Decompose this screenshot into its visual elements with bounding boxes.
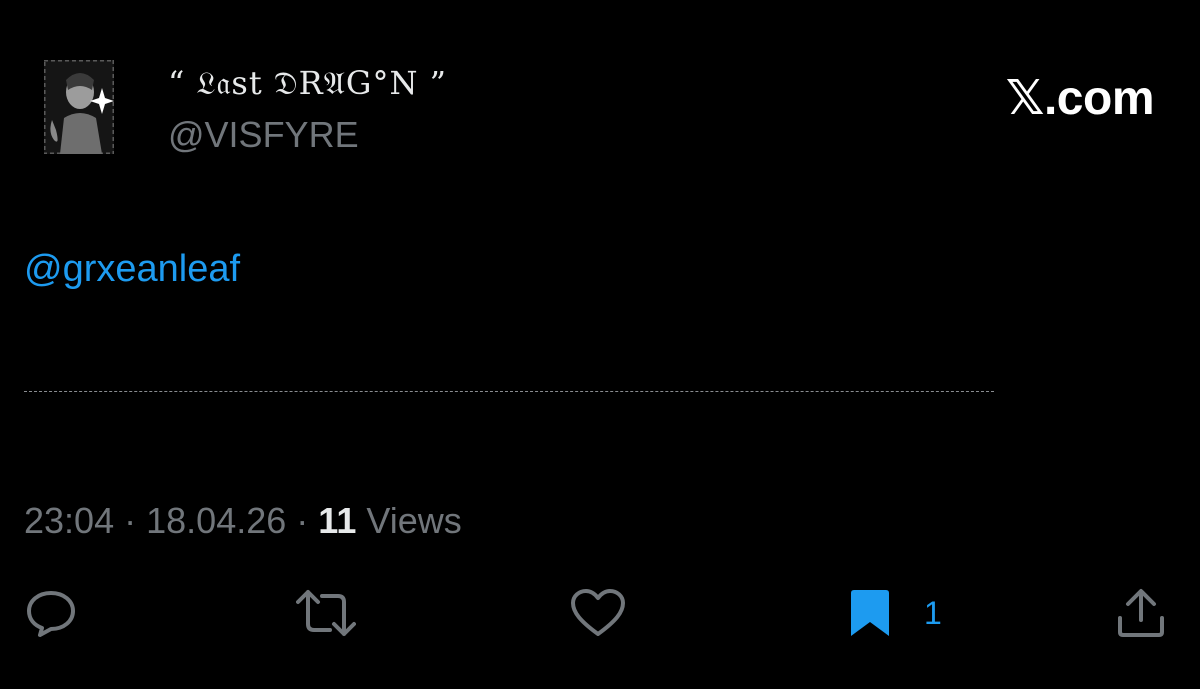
separator: · [296,500,309,541]
views-count: 11 [318,500,357,541]
x-logo: 𝕏.com [1005,72,1155,125]
share-icon [1118,589,1164,637]
heart-icon [571,589,625,636]
share-button[interactable] [1116,588,1166,638]
reply-icon [27,591,75,637]
like-button[interactable] [570,588,626,638]
author-handle[interactable]: @VISFYRE [168,114,359,156]
tweet-date[interactable]: 18.04.26 [146,500,286,541]
avatar[interactable] [44,60,114,154]
retweet-button[interactable] [296,588,356,638]
separator: · [124,500,137,541]
bookmark-icon [851,590,889,636]
retweet-icon [296,590,356,636]
divider [24,391,994,392]
mention-link[interactable]: @grxeanleaf [24,248,240,291]
bookmark-button[interactable]: 1 [848,588,942,638]
reply-button[interactable] [24,588,78,638]
author-display-name[interactable]: “ 𝔏𝔞st 𝔇R𝔄G°N ” [168,64,447,103]
views-label: Views [366,500,462,541]
avatar-image [44,60,114,154]
tweet-time[interactable]: 23:04 [24,500,114,541]
bookmark-count: 1 [924,594,942,631]
tweet-metadata: 23:04 · 18.04.26 · 11 Views [24,500,462,542]
